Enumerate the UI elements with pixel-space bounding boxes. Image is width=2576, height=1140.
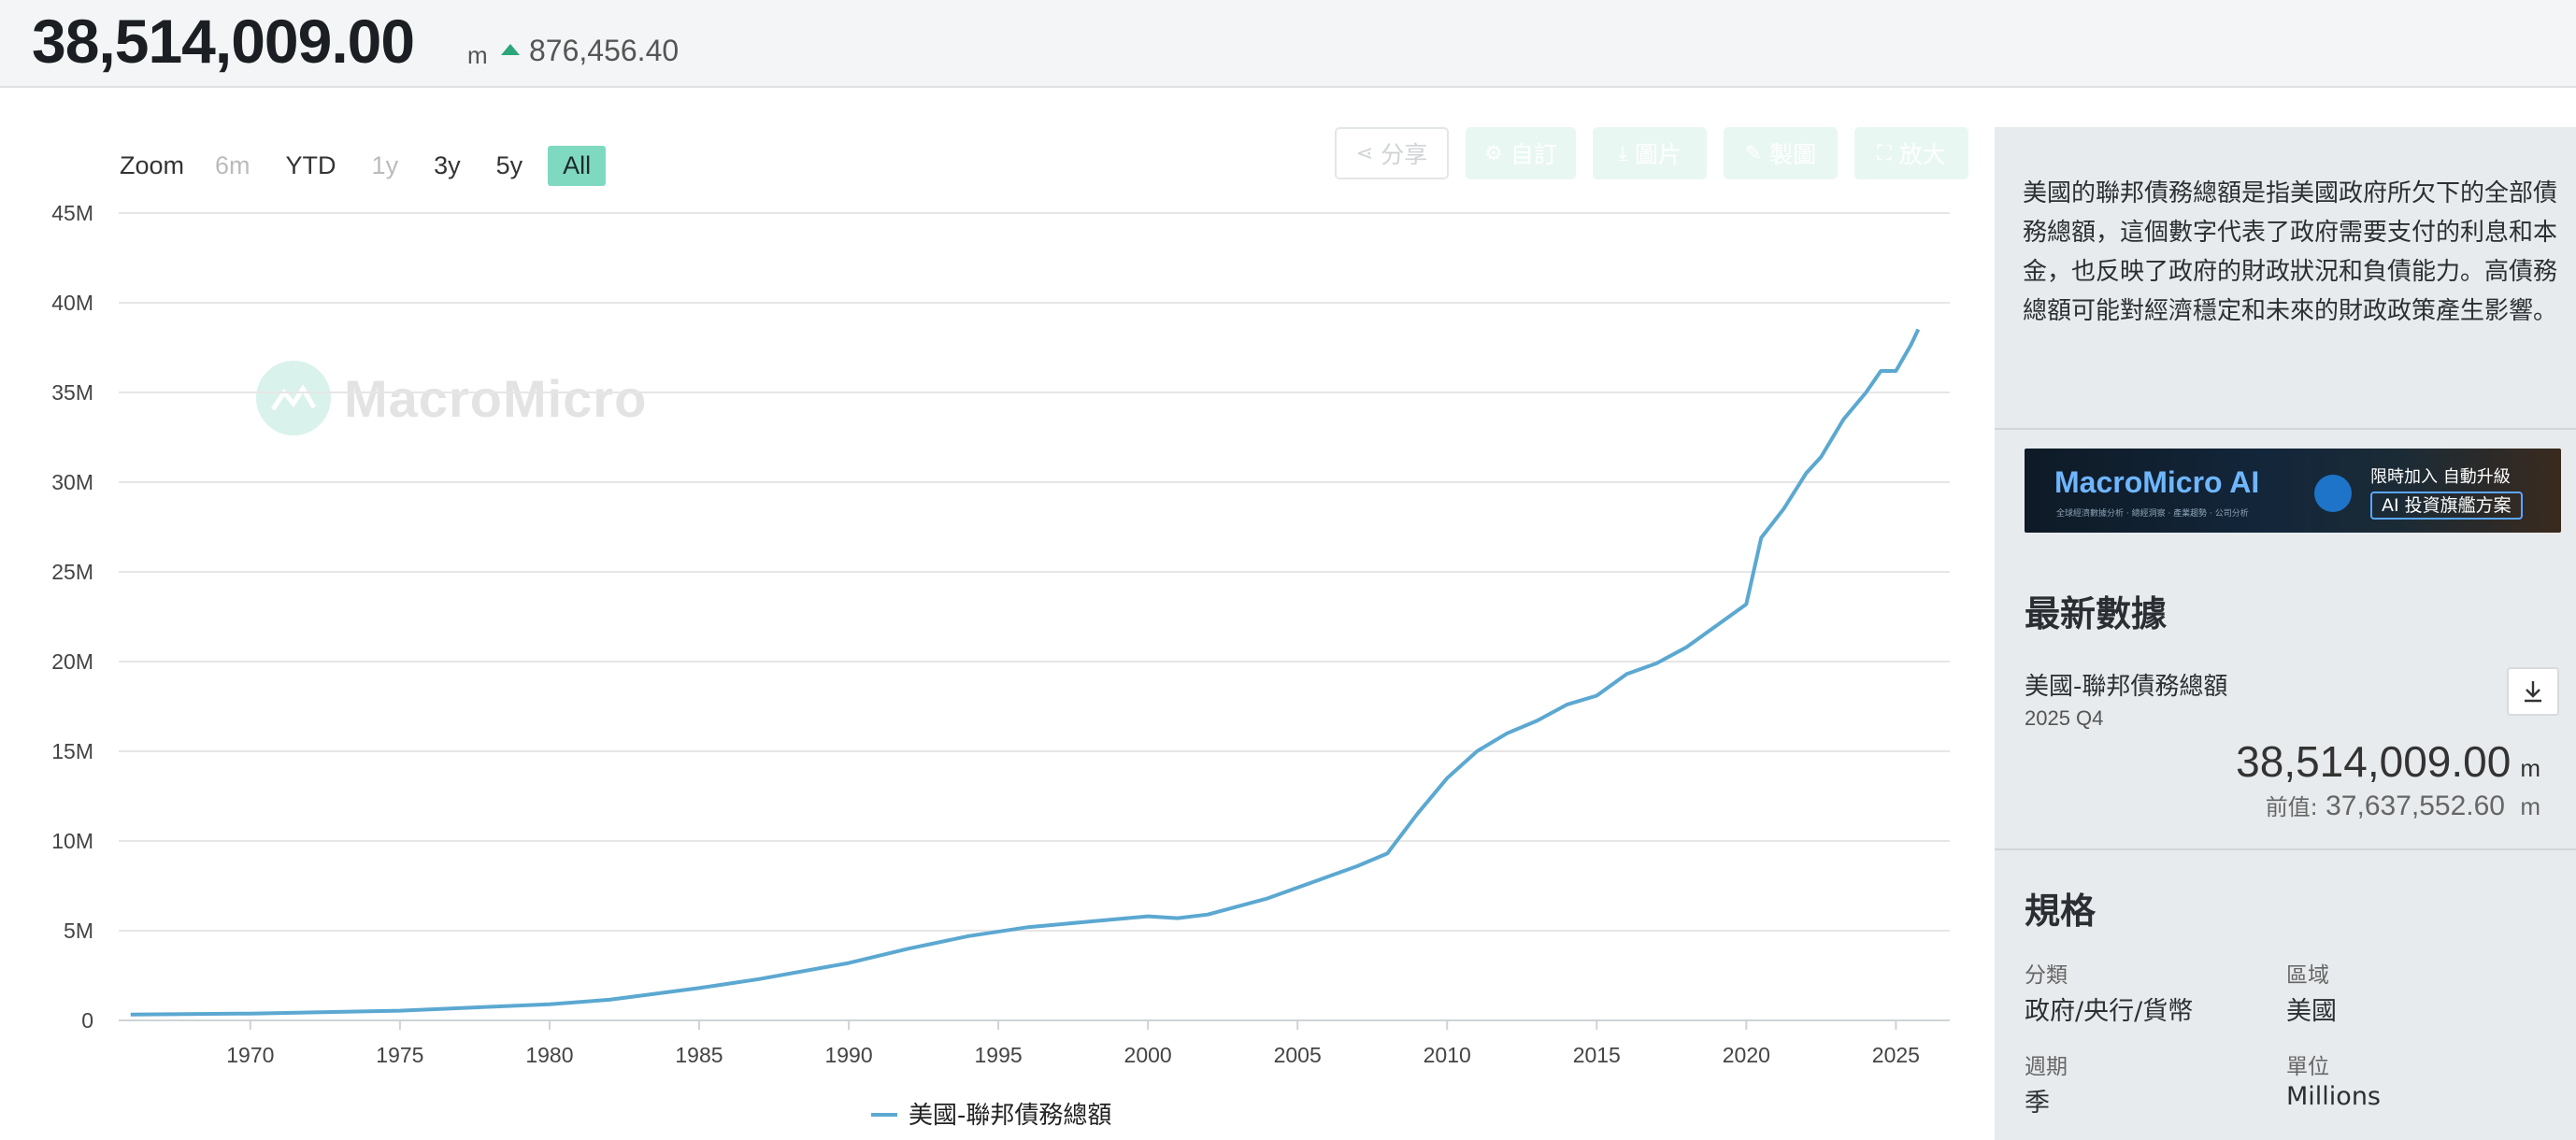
divider (1995, 848, 2576, 850)
chart-panel: Zoom 6m YTD 1y 3y 5y All ⋖ 分享 ⚙ 自訂 ⤓ 圖片 ✎ 製圖… (0, 90, 1995, 1140)
latest-series-name: 美國-聯邦債務總額 (2025, 673, 2228, 701)
legend-label: 美國-聯邦債務總額 (909, 1102, 1111, 1130)
x-tick-label: 1985 (675, 1043, 723, 1067)
series-description: 美國的聯邦債務總額是指美國政府所欠下的全部債務總額，這個數字代表了政府需要支付的… (2023, 179, 2558, 325)
download-data-button[interactable] (2507, 667, 2559, 716)
unit-label: 單位 (2286, 1055, 2329, 1079)
promo-banner[interactable]: MacroMicro AI 全球經濟數據分析 · 總經洞察 · 產業趨勢 · 公… (2025, 449, 2561, 533)
region-label: 區域 (2286, 963, 2329, 988)
latest-value: 38,514,009.00 m (2236, 736, 2540, 787)
banner-promo-line: 限時加入 自動升級 (2370, 467, 2511, 487)
category-value: 政府/央行/貨幣 (2025, 997, 2194, 1026)
x-tick-label: 1980 (525, 1043, 573, 1067)
headline-unit: m (467, 41, 488, 69)
download-icon (2525, 681, 2541, 703)
line-chart: 0 5M 10M 15M 20M 25M 30M 35M 40M 45M 1970 1975 1980 1… (51, 201, 1950, 1130)
banner-logo-icon (2314, 475, 2352, 512)
y-tick-label: 0 (81, 1008, 93, 1033)
y-tick-label: 15M (51, 739, 93, 763)
y-tick-label: 10M (51, 829, 93, 853)
specs-title: 規格 (2025, 891, 2097, 932)
divider (1995, 428, 2576, 430)
y-tick-label: 45M (51, 201, 93, 225)
latest-value-unit: m (2520, 754, 2540, 782)
frequency-value: 季 (2025, 1089, 2050, 1118)
x-tick-label: 1990 (824, 1043, 872, 1067)
previous-value-number: 37,637,552.60 (2326, 791, 2505, 821)
x-tick-label: 2025 (1872, 1043, 1920, 1067)
banner-subtitle: 全球經濟數據分析 · 總經洞察 · 產業趨勢 · 公司分析 (2056, 509, 2249, 519)
series-line (130, 328, 1921, 1017)
y-tick-label: 25M (51, 560, 93, 584)
x-tick-label: 2020 (1723, 1043, 1770, 1067)
x-tick-label: 2000 (1124, 1043, 1172, 1067)
latest-period: 2025 Q4 (2025, 706, 2104, 730)
y-tick-label: 20M (51, 649, 93, 674)
frequency-label: 週期 (2025, 1055, 2068, 1079)
previous-value-unit: m (2520, 792, 2540, 820)
y-tick-label: 30M (51, 470, 93, 494)
previous-value: 前值: 37,637,552.60 m (2266, 789, 2540, 822)
x-tick-label: 2010 (1424, 1043, 1471, 1067)
y-tick-label: 5M (64, 919, 93, 943)
header-bar: 38,514,009.00 m 876,456.40 (0, 0, 2576, 88)
x-tick-label: 1975 (376, 1043, 423, 1067)
region-value: 美國 (2286, 997, 2337, 1026)
x-tick-label: 1995 (975, 1043, 1023, 1067)
headline-value: 38,514,009.00 (32, 7, 415, 76)
latest-data-title: 最新數據 (2025, 593, 2168, 634)
previous-label: 前值: (2265, 794, 2318, 820)
info-sidebar: 美國的聯邦債務總額是指美國政府所欠下的全部債務總額，這個數字代表了政府需要支付的… (1995, 127, 2576, 1140)
change-value: 876,456.40 (529, 34, 680, 67)
headline-change: 876,456.40 (501, 34, 679, 68)
y-tick-label: 35M (51, 380, 93, 405)
x-tick-label: 1970 (226, 1043, 274, 1067)
x-tick-label: 2005 (1274, 1043, 1322, 1067)
category-label: 分類 (2025, 963, 2068, 988)
up-triangle-icon (501, 43, 520, 55)
banner-title: MacroMicro AI (2054, 465, 2260, 499)
x-tick-label: 2015 (1573, 1043, 1621, 1067)
y-tick-label: 40M (51, 291, 93, 315)
latest-value-number: 38,514,009.00 (2236, 737, 2512, 786)
unit-value: Millions (2286, 1082, 2381, 1111)
banner-plan-tag: AI 投資旗艦方案 (2370, 492, 2523, 520)
